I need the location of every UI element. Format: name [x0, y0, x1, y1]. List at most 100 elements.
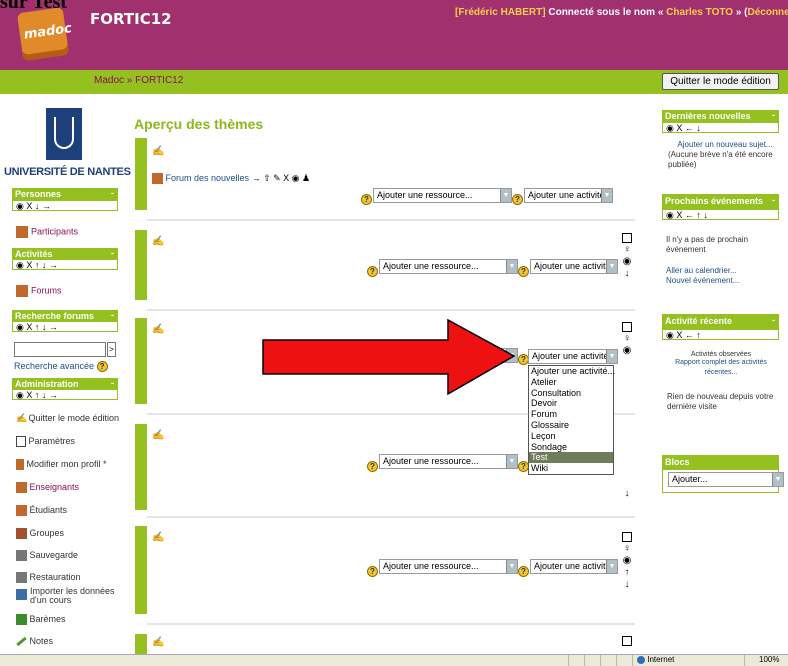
up-arrow-icon[interactable]: ↑ — [625, 567, 630, 578]
eye-icon[interactable]: ◉ — [623, 256, 632, 267]
edit-summary-icon[interactable]: ✍ — [152, 324, 164, 335]
admin-enseignants[interactable]: Enseignants — [16, 482, 79, 494]
edit-summary-icon[interactable]: ✍ — [152, 146, 164, 157]
edit-summary-icon[interactable]: ✍ — [152, 532, 164, 543]
admin-quit-edit[interactable]: ✍ Quitter le mode édition — [16, 413, 119, 423]
admin-etudiants[interactable]: Étudiants — [16, 505, 67, 517]
teacher-link[interactable]: [Frédéric HABERT] — [455, 7, 546, 18]
help-icon[interactable]: ? — [518, 266, 529, 277]
user-link[interactable]: Charles TOTO — [666, 7, 733, 18]
help-icon[interactable]: ? — [512, 194, 523, 205]
chevron-down-icon[interactable]: ▼ — [772, 473, 783, 486]
admin-restauration[interactable]: Restauration — [16, 572, 81, 584]
madoc-logo[interactable]: madoc — [16, 7, 73, 61]
add-activity-select-open[interactable]: Ajouter une activité... ▼ — [528, 349, 618, 364]
help-icon[interactable]: ? — [518, 566, 529, 577]
minimize-icon[interactable]: - — [111, 188, 114, 198]
logout-link[interactable]: Déconnexion — [748, 7, 788, 18]
minimize-icon[interactable]: - — [772, 110, 775, 120]
admin-import[interactable]: Importer les données d'un cours — [16, 587, 120, 605]
add-resource-select[interactable]: Ajouter une ressource... ▼ — [379, 454, 518, 469]
admin-groupes[interactable]: Groupes — [16, 528, 64, 540]
block-news-controls[interactable]: ◉ X ← ↓ — [662, 122, 779, 133]
zoom-zone[interactable]: 100% — [744, 655, 788, 666]
help-icon[interactable]: ? — [367, 566, 378, 577]
bulb-icon[interactable]: ♀ — [623, 333, 631, 344]
add-block-select[interactable]: Ajouter... ▼ — [668, 472, 784, 487]
forum-news-controls[interactable]: → ⇧ ✎ X ◉ ♟ — [252, 173, 311, 183]
admin-profile[interactable]: Modifier mon profil * — [16, 459, 107, 471]
forum-search-button[interactable]: > — [107, 342, 116, 357]
add-activity-select[interactable]: Ajouter une activité... ▼ — [530, 559, 618, 574]
breadcrumb-home[interactable]: Madoc — [94, 75, 124, 86]
chevron-down-icon[interactable]: ▼ — [606, 350, 617, 363]
block-events-controls[interactable]: ◉ X ← ↑ ↓ — [662, 209, 779, 220]
bulb-icon[interactable]: ♀ — [623, 543, 631, 554]
edit-summary-icon[interactable]: ✍ — [152, 236, 164, 247]
edit-summary-icon[interactable]: ✍ — [152, 637, 164, 648]
block-admin-controls[interactable]: ◉ X ↑ ↓ → — [12, 389, 118, 400]
dropdown-option[interactable]: Forum — [529, 409, 613, 420]
activity-dropdown-list[interactable]: Ajouter une activité... Atelier Consulta… — [528, 365, 615, 475]
chevron-down-icon[interactable]: ▼ — [500, 189, 511, 202]
minimize-icon[interactable]: - — [111, 248, 114, 258]
minimize-icon[interactable]: - — [111, 378, 114, 388]
block-recherche-controls[interactable]: ◉ X ↑ ↓ → — [12, 321, 118, 332]
admin-sauvegarde[interactable]: Sauvegarde — [16, 550, 78, 562]
help-icon[interactable]: ? — [361, 194, 372, 205]
help-icon[interactable]: ? — [367, 266, 378, 277]
dropdown-option[interactable]: Wiki — [529, 463, 613, 474]
chevron-down-icon[interactable]: ▼ — [506, 455, 517, 468]
dropdown-option[interactable]: Sondage — [529, 442, 613, 453]
dropdown-option[interactable]: Devoir — [529, 398, 613, 409]
highlight-checkbox-icon[interactable] — [622, 233, 632, 243]
dropdown-option[interactable]: Glossaire — [529, 420, 613, 431]
admin-parametres[interactable]: Paramètres — [16, 436, 75, 448]
new-event-link[interactable]: Nouvel événement... — [666, 276, 776, 286]
dropdown-option[interactable]: Atelier — [529, 377, 613, 388]
dropdown-option[interactable]: Ajouter une activité... — [529, 366, 615, 377]
edit-summary-icon[interactable]: ✍ — [152, 430, 164, 441]
add-resource-select[interactable]: Ajouter une ressource... ▼ — [373, 188, 512, 203]
chevron-down-icon[interactable]: ▼ — [606, 260, 617, 273]
down-arrow-icon[interactable]: ↓ — [625, 579, 630, 590]
chevron-down-icon[interactable]: ▼ — [506, 560, 517, 573]
help-icon[interactable]: ? — [367, 461, 378, 472]
dropdown-option[interactable]: Leçon — [529, 431, 613, 442]
block-recent-controls[interactable]: ◉ X ← ↑ — [662, 329, 779, 340]
minimize-icon[interactable]: - — [111, 310, 114, 320]
highlight-checkbox-icon[interactable] — [622, 532, 632, 542]
down-arrow-icon[interactable]: ↓ — [625, 488, 630, 499]
dropdown-option-selected[interactable]: Test — [529, 452, 613, 464]
down-arrow-icon[interactable]: ↓ — [625, 268, 630, 279]
add-topic-link[interactable]: Ajouter un nouveau sujet... — [670, 140, 780, 150]
forum-search-input[interactable] — [14, 342, 106, 357]
full-report-link[interactable]: Rapport complet des activités récentes..… — [666, 358, 776, 378]
admin-notes[interactable]: Notes — [16, 636, 53, 647]
highlight-checkbox-icon[interactable] — [622, 322, 632, 332]
advanced-search-link[interactable]: Recherche avancée ? — [14, 361, 108, 373]
quit-edit-mode-button[interactable]: Quitter le mode édition — [662, 73, 779, 90]
add-activity-select[interactable]: Ajouter une activité... ▼ — [530, 259, 618, 274]
sidebar-item-forums[interactable]: Forums — [16, 285, 62, 297]
minimize-icon[interactable]: - — [772, 314, 775, 327]
add-resource-select[interactable]: Ajouter une ressource... ▼ — [379, 559, 518, 574]
bulb-icon[interactable]: ♀ — [623, 244, 631, 255]
help-icon[interactable]: ? — [96, 361, 108, 373]
add-activity-select[interactable]: Ajouter une activité... ▼ — [524, 188, 613, 203]
minimize-icon[interactable]: - — [772, 194, 775, 207]
admin-baremes[interactable]: Barèmes — [16, 614, 66, 626]
highlight-checkbox-icon[interactable] — [622, 636, 632, 646]
block-personnes-controls[interactable]: ◉ X ↓ → — [12, 200, 118, 211]
sidebar-item-participants[interactable]: Participants — [16, 226, 78, 238]
forum-news-link[interactable]: Forum des nouvelles — [166, 173, 250, 183]
chevron-down-icon[interactable]: ▼ — [506, 260, 517, 273]
eye-icon[interactable]: ◉ — [623, 345, 632, 356]
dropdown-option[interactable]: Consultation — [529, 388, 613, 399]
calendar-link[interactable]: Aller au calendrier... — [666, 266, 776, 276]
block-activites-controls[interactable]: ◉ X ↑ ↓ → — [12, 259, 118, 270]
chevron-down-icon[interactable]: ▼ — [601, 189, 612, 202]
chevron-down-icon[interactable]: ▼ — [606, 560, 617, 573]
add-resource-select[interactable]: Ajouter une ressource... ▼ — [379, 259, 518, 274]
eye-icon[interactable]: ◉ — [623, 555, 632, 566]
